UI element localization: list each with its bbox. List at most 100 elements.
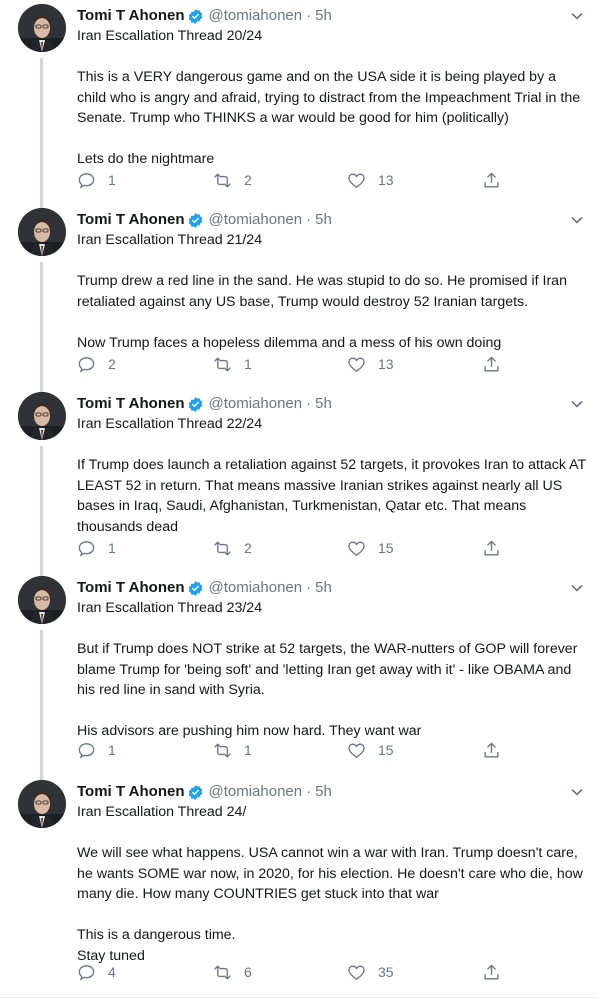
retweet-count: 2 [244, 172, 252, 188]
timestamp[interactable]: 5h [315, 394, 332, 414]
chevron-down-icon[interactable] [569, 212, 585, 228]
reply-button[interactable]: 1 [77, 738, 116, 762]
tweet-text: Iran Escallation Thread 22/24 If Trump d… [77, 416, 586, 535]
tweet-header: Tomi T Ahonen @tomiahonen · 5h [77, 394, 332, 414]
tweet-actions: 1 2 13 [77, 168, 507, 192]
tweet[interactable]: Tomi T Ahonen @tomiahonen · 5h Iran Esca… [0, 388, 597, 568]
like-button[interactable]: 15 [347, 536, 394, 560]
heart-icon [348, 742, 365, 758]
chevron-down-icon[interactable] [569, 580, 585, 596]
tweet[interactable]: Tomi T Ahonen @tomiahonen · 5h Iran Esca… [0, 776, 597, 998]
verified-badge-icon [189, 396, 203, 412]
reply-count: 4 [108, 964, 116, 980]
separator: · [306, 783, 312, 800]
reply-count: 1 [108, 742, 116, 758]
tweet[interactable]: Tomi T Ahonen @tomiahonen · 5h Iran Esca… [0, 204, 597, 384]
timestamp[interactable]: 5h [315, 6, 332, 26]
like-button[interactable]: 15 [347, 738, 394, 762]
share-button[interactable] [482, 960, 501, 984]
reply-button[interactable]: 2 [77, 352, 116, 376]
author-handle[interactable]: @tomiahonen [208, 394, 302, 414]
retweet-count: 1 [244, 742, 252, 758]
tweet-text: Iran Escallation Thread 24/ We will see … [77, 804, 583, 964]
retweet-icon [214, 964, 231, 980]
retweet-button[interactable]: 1 [213, 352, 252, 376]
reply-button[interactable]: 1 [77, 536, 116, 560]
retweet-icon [214, 540, 231, 556]
tweet[interactable]: Tomi T Ahonen @tomiahonen · 5h Iran Esca… [0, 0, 597, 200]
author-name[interactable]: Tomi T Ahonen [77, 578, 184, 598]
author-name[interactable]: Tomi T Ahonen [77, 6, 184, 26]
reply-count: 2 [108, 356, 116, 372]
timestamp[interactable]: 5h [315, 782, 332, 802]
like-button[interactable]: 13 [347, 352, 394, 376]
reply-icon [78, 964, 95, 981]
verified-badge-icon [189, 8, 203, 24]
timestamp[interactable]: 5h [315, 210, 332, 230]
reply-button[interactable]: 1 [77, 168, 116, 192]
heart-icon [348, 964, 365, 980]
tweet-header: Tomi T Ahonen @tomiahonen · 5h [77, 6, 332, 26]
author-name[interactable]: Tomi T Ahonen [77, 394, 184, 414]
separator: · [306, 395, 312, 412]
share-button[interactable] [482, 168, 501, 192]
verified-badge-icon [189, 784, 203, 800]
avatar[interactable] [18, 780, 66, 828]
retweet-icon [214, 172, 231, 188]
reply-count: 1 [108, 540, 116, 556]
author-handle[interactable]: @tomiahonen [208, 6, 302, 26]
retweet-icon [214, 742, 231, 758]
chevron-down-icon[interactable] [569, 784, 585, 800]
share-button[interactable] [482, 738, 501, 762]
avatar[interactable] [18, 4, 66, 52]
separator: · [306, 211, 312, 228]
like-count: 13 [378, 172, 394, 188]
tweet-actions: 4 6 35 [77, 960, 507, 984]
like-count: 15 [378, 540, 394, 556]
verified-badge-icon [189, 212, 203, 228]
chevron-down-icon[interactable] [569, 8, 585, 24]
share-button[interactable] [482, 536, 501, 560]
reply-icon [78, 356, 95, 373]
reply-button[interactable]: 4 [77, 960, 116, 984]
timestamp[interactable]: 5h [315, 578, 332, 598]
like-count: 13 [378, 356, 394, 372]
author-handle[interactable]: @tomiahonen [208, 578, 302, 598]
author-handle[interactable]: @tomiahonen [208, 210, 302, 230]
like-button[interactable]: 35 [347, 960, 394, 984]
retweet-button[interactable]: 1 [213, 738, 252, 762]
tweet-thread: Tomi T Ahonen @tomiahonen · 5h Iran Esca… [0, 0, 597, 1000]
retweet-button[interactable]: 2 [213, 536, 252, 560]
chevron-down-icon[interactable] [569, 396, 585, 412]
like-count: 35 [378, 964, 394, 980]
author-name[interactable]: Tomi T Ahonen [77, 210, 184, 230]
tweet-header: Tomi T Ahonen @tomiahonen · 5h [77, 210, 332, 230]
retweet-count: 6 [244, 964, 252, 980]
author-name[interactable]: Tomi T Ahonen [77, 782, 184, 802]
reply-icon [78, 742, 95, 759]
separator: · [306, 579, 312, 596]
tweet-actions: 1 2 15 [77, 536, 507, 560]
avatar[interactable] [18, 392, 66, 440]
verified-badge-icon [189, 580, 203, 596]
share-button[interactable] [482, 352, 501, 376]
tweet-text: Iran Escallation Thread 23/24 But if Tru… [77, 600, 578, 739]
share-icon [484, 172, 499, 188]
avatar[interactable] [18, 576, 66, 624]
tweet-text: Iran Escallation Thread 20/24 This is a … [77, 28, 581, 167]
reply-icon [78, 540, 95, 557]
avatar[interactable] [18, 208, 66, 256]
retweet-button[interactable]: 6 [213, 960, 252, 984]
retweet-button[interactable]: 2 [213, 168, 252, 192]
like-button[interactable]: 13 [347, 168, 394, 192]
author-handle[interactable]: @tomiahonen [208, 782, 302, 802]
tweet-header: Tomi T Ahonen @tomiahonen · 5h [77, 782, 332, 802]
heart-icon [348, 172, 365, 188]
tweet-text: Iran Escallation Thread 21/24 Trump drew… [77, 232, 567, 351]
tweet[interactable]: Tomi T Ahonen @tomiahonen · 5h Iran Esca… [0, 572, 597, 768]
separator: · [306, 7, 312, 24]
retweet-icon [214, 356, 231, 372]
share-icon [484, 964, 499, 980]
heart-icon [348, 540, 365, 556]
share-icon [484, 356, 499, 372]
